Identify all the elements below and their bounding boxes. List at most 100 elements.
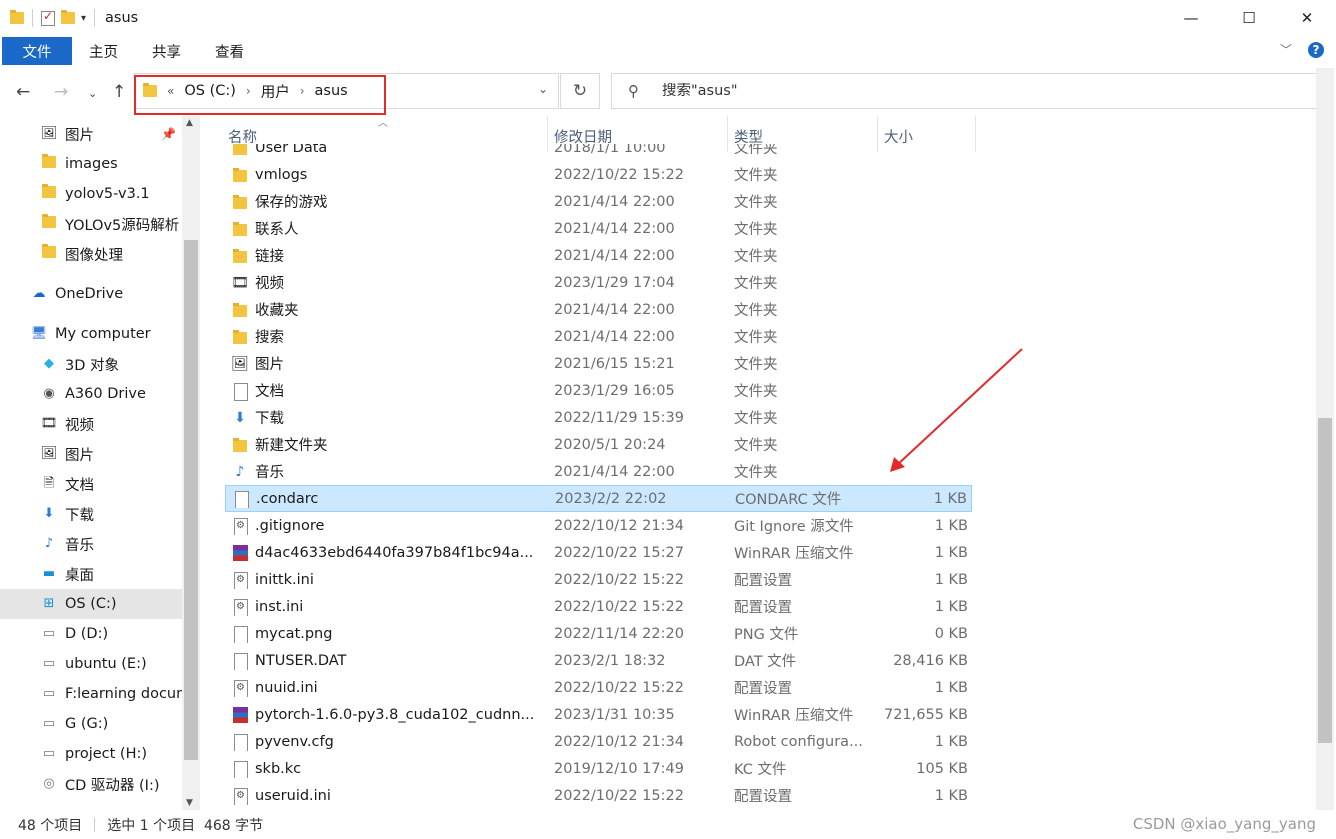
file-row[interactable]: .condarc 2023/2/2 22:02 CONDARC 文件 1 KB [225, 485, 972, 512]
nav-item-yolov5-v3-1[interactable]: yolov5-v3.1 [0, 179, 182, 209]
nav-item-label: ubuntu (E:) [65, 656, 147, 672]
back-arrow-icon[interactable]: ← [16, 82, 30, 102]
file-name-cell: nuuid.ini [231, 679, 546, 697]
recent-locations-chevron-icon[interactable]: ⌄ [88, 87, 97, 100]
file-date: 2022/10/22 15:22 [554, 787, 684, 804]
file-row[interactable]: useruid.ini 2022/10/22 15:22 配置设置 1 KB [225, 782, 972, 809]
file-row[interactable]: 联系人 2021/4/14 22:00 文件夹 [225, 215, 972, 242]
nav-item-h-drive[interactable]: ▭ project (H:) [0, 739, 182, 769]
file-row[interactable]: 保存的游戏 2021/4/14 22:00 文件夹 [225, 188, 972, 215]
nav-scrollbar[interactable]: ▲ ▼ [182, 116, 200, 810]
file-row[interactable]: ⬇ 下载 2022/11/29 15:39 文件夹 [225, 404, 972, 431]
up-arrow-icon[interactable]: ↑ [112, 82, 126, 102]
nav-item-desktop[interactable]: ▬ 桌面 [0, 559, 182, 589]
nav-item-onedrive[interactable]: ☁ OneDrive [0, 279, 182, 309]
file-row[interactable]: inst.ini 2022/10/22 15:22 配置设置 1 KB [225, 593, 972, 620]
folder-icon[interactable] [10, 10, 24, 24]
nav-item-f-drive[interactable]: ▭ F:learning docum [0, 679, 182, 709]
status-bar: 48 个项目 选中 1 个项目 468 字节 CSDN @xiao_yang_y… [0, 810, 1336, 839]
file-row[interactable]: 链接 2021/4/14 22:00 文件夹 [225, 242, 972, 269]
address-history-chevron-icon[interactable]: ⌄ [538, 82, 548, 96]
file-row[interactable]: .gitignore 2022/10/12 21:34 Git Ignore 源文件… [225, 512, 972, 539]
tab-home[interactable]: 主页 [72, 41, 135, 62]
file-row[interactable]: 搜索 2021/4/14 22:00 文件夹 [225, 323, 972, 350]
nav-item-label: YOLOv5源码解析 [65, 217, 180, 234]
nav-item-a360-drive[interactable]: ◉ A360 Drive [0, 379, 182, 409]
search-input[interactable] [662, 83, 1262, 99]
minimize-button[interactable]: — [1162, 0, 1220, 36]
tab-file[interactable]: 文件 [2, 37, 72, 65]
file-row[interactable]: nuuid.ini 2022/10/22 15:22 配置设置 1 KB [225, 674, 972, 701]
nav-item-os-c[interactable]: ⊞ OS (C:) [0, 589, 182, 619]
pin-icon[interactable]: 📌 [161, 127, 176, 141]
file-row[interactable]: skb.kc 2019/12/10 17:49 KC 文件 105 KB [225, 755, 972, 782]
file-row[interactable]: pytorch-1.6.0-py3.8_cuda102_cudnn... 2023… [225, 701, 972, 728]
nav-item-documents[interactable]: 🗎 文档 [0, 469, 182, 499]
file-row[interactable]: d4ac4633ebd6440fa397b84f1bc94a... 2022/10… [225, 539, 972, 566]
properties-icon[interactable] [41, 9, 55, 26]
nav-item-yolov5-source[interactable]: YOLOv5源码解析 [0, 209, 182, 239]
column-header-type[interactable]: 类型 [734, 126, 763, 147]
nav-item-3d-objects[interactable]: ◆ 3D 对象 [0, 349, 182, 379]
file-row[interactable]: 新建文件夹 2020/5/1 20:24 文件夹 [225, 431, 972, 458]
file-row[interactable]: ♪ 音乐 2021/4/14 22:00 文件夹 [225, 458, 972, 485]
column-header-date[interactable]: 修改日期 [554, 126, 612, 147]
window-title: asus [105, 10, 139, 26]
nav-item-my-computer[interactable]: 🖥 My computer [0, 319, 182, 349]
file-name: mycat.png [255, 625, 333, 642]
file-row[interactable]: 文档 2023/1/29 16:05 文件夹 [225, 377, 972, 404]
tab-view[interactable]: 查看 [198, 41, 261, 62]
file-list-scrollbar[interactable] [1316, 68, 1334, 810]
refresh-button[interactable]: ↻ [560, 73, 600, 109]
nav-item-videos[interactable]: 🎞 视频 [0, 409, 182, 439]
tab-share[interactable]: 共享 [135, 41, 198, 62]
nav-item-pictures-quick[interactable]: 🖼 图片 📌 [0, 119, 182, 149]
folder-icon [40, 184, 58, 202]
nav-item-image-processing[interactable]: 图像处理 [0, 239, 182, 269]
file-row[interactable]: inittk.ini 2022/10/22 15:22 配置设置 1 KB [225, 566, 972, 593]
file-type: PNG 文件 [734, 627, 799, 643]
maximize-button[interactable]: ☐ [1220, 0, 1278, 36]
file-row[interactable]: 🖼 图片 2021/6/15 15:21 文件夹 [225, 350, 972, 377]
scrollbar-thumb[interactable] [184, 240, 198, 760]
nav-item-label: 图片 [65, 127, 94, 144]
column-divider[interactable] [975, 116, 976, 152]
nav-item-pictures[interactable]: 🖼 图片 [0, 439, 182, 469]
file-size: 1 KB [934, 598, 968, 615]
file-row[interactable]: vmlogs 2022/10/22 15:22 文件夹 [225, 161, 972, 188]
close-button[interactable]: ✕ [1278, 0, 1336, 36]
nav-item-music[interactable]: ♪ 音乐 [0, 529, 182, 559]
file-row[interactable]: pyvenv.cfg 2022/10/12 21:34 Robot configur… [225, 728, 972, 755]
column-header-name[interactable]: 名称 [228, 126, 257, 147]
file-row[interactable]: 收藏夹 2021/4/14 22:00 文件夹 [225, 296, 972, 323]
scroll-down-icon[interactable]: ▼ [186, 798, 193, 808]
file-name: 收藏夹 [255, 303, 299, 319]
file-name: 搜索 [255, 330, 284, 346]
file-row[interactable]: 🎞 视频 2023/1/29 17:04 文件夹 [225, 269, 972, 296]
help-icon[interactable]: ? [1308, 41, 1324, 58]
nav-item-images[interactable]: images [0, 149, 182, 179]
file-type: 文件夹 [734, 222, 778, 238]
nav-item-g-drive[interactable]: ▭ G (G:) [0, 709, 182, 739]
file-icon [231, 760, 249, 778]
item-count: 48 个项目 [18, 817, 83, 834]
file-row[interactable]: NTUSER.DAT 2023/2/1 18:32 DAT 文件 28,416 KB [225, 647, 972, 674]
file-row[interactable]: mycat.png 2022/11/14 22:20 PNG 文件 0 KB [225, 620, 972, 647]
nav-item-label: D (D:) [65, 626, 109, 642]
scroll-up-icon[interactable]: ▲ [186, 118, 193, 128]
settings-file-icon [231, 571, 249, 589]
nav-item-d-drive[interactable]: ▭ D (D:) [0, 619, 182, 649]
scrollbar-thumb[interactable] [1318, 418, 1332, 743]
customize-toolbar-chevron-icon[interactable]: ▾ [81, 13, 86, 24]
expand-ribbon-chevron-icon[interactable]: ﹀ [1280, 41, 1292, 58]
file-type: 文件夹 [734, 357, 778, 373]
nav-item-e-drive[interactable]: ▭ ubuntu (E:) [0, 649, 182, 679]
column-header-size[interactable]: 大小 [884, 126, 913, 147]
forward-arrow-icon[interactable]: → [54, 82, 68, 102]
new-folder-icon[interactable] [61, 10, 75, 24]
nav-item-cd-drive[interactable]: ◎ CD 驱动器 (I:) [0, 769, 182, 799]
file-type: WinRAR 压缩文件 [734, 546, 854, 562]
nav-item-downloads[interactable]: ⬇ 下载 [0, 499, 182, 529]
file-name: pyvenv.cfg [255, 733, 334, 750]
search-box[interactable]: ⚲ [611, 73, 1322, 109]
